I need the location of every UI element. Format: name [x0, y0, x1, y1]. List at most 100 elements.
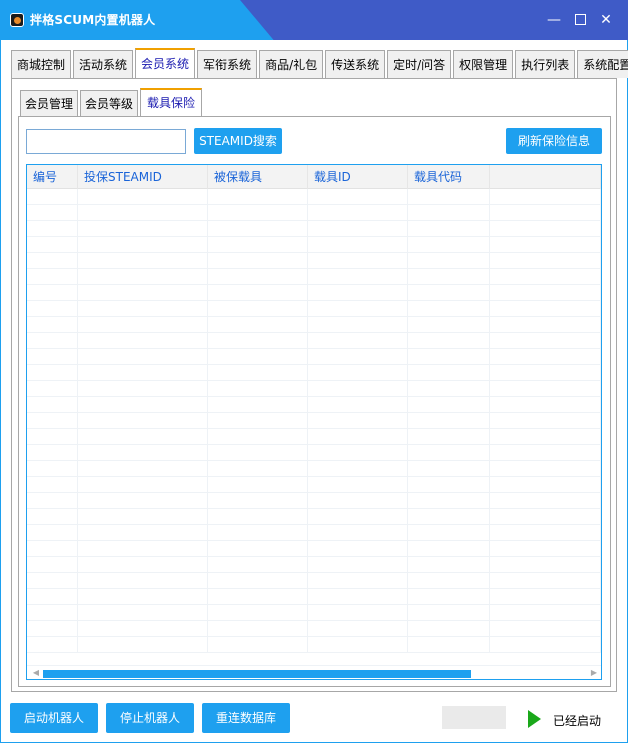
horizontal-scrollbar[interactable]: ◀ ▶	[27, 665, 601, 679]
column-header-vehicle-id[interactable]: 载具ID	[308, 165, 408, 189]
minimize-icon[interactable]: —	[546, 12, 562, 28]
title-bar-decoration	[240, 0, 628, 40]
table-cell	[78, 589, 208, 605]
status-text: 已经启动	[553, 714, 602, 728]
table-row[interactable]	[27, 589, 601, 605]
close-icon[interactable]: ✕	[598, 12, 614, 28]
table-cell	[27, 525, 78, 541]
table-row[interactable]	[27, 397, 601, 413]
tab-rank-system[interactable]: 军衔系统	[197, 50, 258, 78]
table-row[interactable]	[27, 253, 601, 269]
table-cell	[27, 205, 78, 221]
table-cell	[490, 557, 601, 573]
tab-schedule-qa[interactable]: 定时/问答	[387, 50, 452, 78]
column-header-insured-steamid[interactable]: 投保STEAMID	[78, 165, 208, 189]
steamid-search-input[interactable]	[26, 129, 186, 154]
table-row[interactable]	[27, 381, 601, 397]
column-header-vehicle-code[interactable]: 载具代码	[408, 165, 490, 189]
table-row[interactable]	[27, 493, 601, 509]
table-row[interactable]	[27, 365, 601, 381]
table-cell	[408, 557, 490, 573]
table-cell	[27, 285, 78, 301]
insurance-grid[interactable]: 编号 投保STEAMID 被保载具 载具ID 载具代码 ◀ ▶	[26, 164, 602, 680]
start-bot-button[interactable]: 启动机器人	[10, 703, 98, 733]
tab-goods-gift[interactable]: 商品/礼包	[259, 50, 324, 78]
table-cell	[27, 637, 78, 653]
tab-permission-management[interactable]: 权限管理	[453, 50, 514, 78]
tab-mall-control[interactable]: 商城控制	[11, 50, 72, 78]
table-cell	[490, 205, 601, 221]
table-row[interactable]	[27, 189, 601, 205]
steamid-search-button[interactable]: STEAMID搜索	[194, 128, 282, 154]
table-cell	[408, 605, 490, 621]
column-header-insured-vehicle[interactable]: 被保载具	[208, 165, 308, 189]
table-row[interactable]	[27, 413, 601, 429]
table-cell	[78, 221, 208, 237]
table-row[interactable]	[27, 205, 601, 221]
table-cell	[78, 205, 208, 221]
table-row[interactable]	[27, 301, 601, 317]
column-header-number[interactable]: 编号	[27, 165, 78, 189]
table-cell	[490, 509, 601, 525]
table-row[interactable]	[27, 269, 601, 285]
tab-member-system[interactable]: 会员系统	[135, 48, 196, 78]
column-header-filler	[490, 165, 601, 189]
table-row[interactable]	[27, 605, 601, 621]
tab-system-config[interactable]: 系统配置	[577, 50, 628, 78]
table-row[interactable]	[27, 221, 601, 237]
table-cell	[308, 557, 408, 573]
table-cell	[78, 509, 208, 525]
table-cell	[27, 493, 78, 509]
table-row[interactable]	[27, 541, 601, 557]
tab-teleport-system[interactable]: 传送系统	[325, 50, 386, 78]
table-cell	[408, 301, 490, 317]
table-cell	[27, 349, 78, 365]
tab-execution-list[interactable]: 执行列表	[515, 50, 576, 78]
table-row[interactable]	[27, 557, 601, 573]
tab-vehicle-insurance[interactable]: 载具保险	[140, 88, 203, 116]
table-row[interactable]	[27, 445, 601, 461]
stop-bot-button[interactable]: 停止机器人	[106, 703, 194, 733]
tab-member-level[interactable]: 会员等级	[80, 90, 139, 116]
tab-member-management[interactable]: 会员管理	[20, 90, 79, 116]
table-row[interactable]	[27, 621, 601, 637]
table-row[interactable]	[27, 509, 601, 525]
table-cell	[408, 477, 490, 493]
table-cell	[27, 429, 78, 445]
table-cell	[78, 285, 208, 301]
scroll-right-icon[interactable]: ▶	[589, 668, 599, 678]
table-cell	[308, 349, 408, 365]
table-row[interactable]	[27, 637, 601, 653]
table-row[interactable]	[27, 429, 601, 445]
table-row[interactable]	[27, 317, 601, 333]
tab-activity-system[interactable]: 活动系统	[73, 50, 134, 78]
reconnect-database-button[interactable]: 重连数据库	[202, 703, 290, 733]
table-cell	[408, 253, 490, 269]
table-row[interactable]	[27, 461, 601, 477]
table-cell	[78, 333, 208, 349]
table-row[interactable]	[27, 573, 601, 589]
table-row[interactable]	[27, 285, 601, 301]
grid-header: 编号 投保STEAMID 被保载具 载具ID 载具代码	[27, 165, 601, 189]
table-row[interactable]	[27, 237, 601, 253]
table-row[interactable]	[27, 333, 601, 349]
table-row[interactable]	[27, 525, 601, 541]
table-row[interactable]	[27, 349, 601, 365]
refresh-insurance-button[interactable]: 刷新保险信息	[506, 128, 602, 154]
table-row[interactable]	[27, 477, 601, 493]
table-cell	[78, 253, 208, 269]
table-cell	[208, 541, 308, 557]
table-cell	[78, 413, 208, 429]
table-cell	[208, 477, 308, 493]
table-cell	[308, 253, 408, 269]
table-cell	[408, 205, 490, 221]
table-cell	[208, 605, 308, 621]
maximize-icon[interactable]	[572, 12, 588, 28]
table-cell	[308, 269, 408, 285]
scrollbar-thumb[interactable]	[43, 670, 471, 678]
table-cell	[78, 477, 208, 493]
scroll-left-icon[interactable]: ◀	[31, 668, 41, 678]
table-cell	[308, 429, 408, 445]
table-cell	[208, 349, 308, 365]
table-cell	[408, 573, 490, 589]
